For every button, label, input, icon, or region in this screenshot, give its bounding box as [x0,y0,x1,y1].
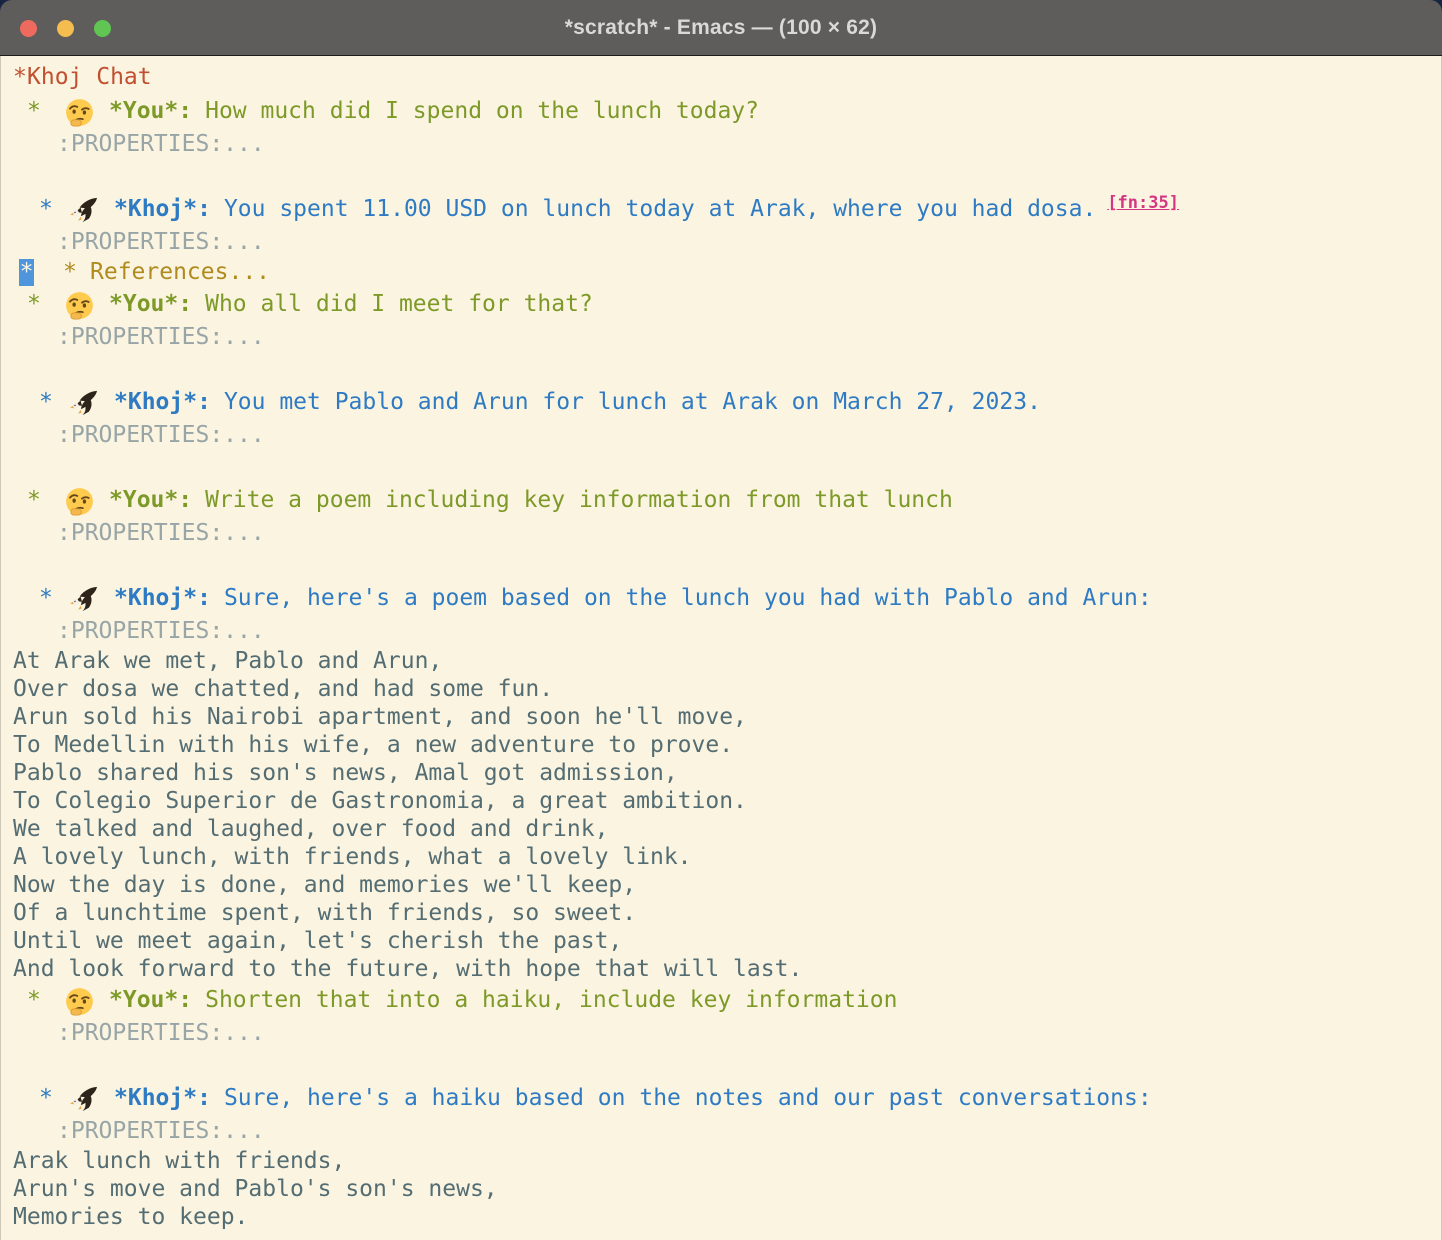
poem-line: Pablo shared his son's news, Amal got ad… [1,759,1441,787]
close-button[interactable] [20,20,37,37]
heading-khoj-poem[interactable]: * *Khoj*: Sure, here's a poem based on t… [1,581,1441,615]
poem-line: And look forward to the future, with hop… [1,955,1441,983]
speaker-label: *Khoj*: [114,192,211,226]
titlebar: *scratch* - Emacs — (100 × 62) [0,0,1442,56]
eagle-icon [69,585,98,614]
eagle-icon [69,1085,98,1114]
message-text: You met Pablo and Arun for lunch at Arak… [224,385,1041,419]
blank-line [1,549,1441,581]
properties-fold[interactable]: :PROPERTIES:... [1,615,1441,647]
poem-line: We talked and laughed, over food and dri… [1,815,1441,843]
haiku-line: Arun's move and Pablo's son's news, [1,1175,1441,1203]
properties-fold[interactable]: :PROPERTIES:... [1,128,1441,160]
speaker-label: *Khoj*: [114,385,211,419]
poem-line: To Medellin with his wife, a new adventu… [1,731,1441,759]
zoom-button[interactable] [94,20,111,37]
eagle-icon [69,196,98,225]
message-text: Sure, here's a poem based on the lunch y… [224,581,1152,615]
poem-line: Of a lunchtime spent, with friends, so s… [1,899,1441,927]
org-bullet: * [39,1081,53,1115]
blank-line [1,1049,1441,1081]
chat-title-heading[interactable]: *Khoj Chat [1,60,1441,94]
thinking-face-icon [65,487,94,516]
org-bullet: * [39,385,53,419]
message-text: Sure, here's a haiku based on the notes … [224,1081,1152,1115]
thinking-face-icon [65,98,94,127]
references-label: References... [90,258,270,287]
heading-you-write-poem[interactable]: * *You*: Write a poem including key info… [1,483,1441,517]
message-text: How much did I spend on the lunch today? [205,94,759,128]
footnote-link[interactable]: [fn:35] [1107,186,1179,220]
message-text: Write a poem including key information f… [205,483,953,517]
org-bullet: * [27,483,41,517]
poem-line: Until we meet again, let's cherish the p… [1,927,1441,955]
thinking-face-icon [65,291,94,320]
speaker-label: *You*: [109,983,192,1017]
org-bullet: * [27,983,41,1017]
text-cursor: * [19,259,34,286]
message-text: Who all did I meet for that? [205,287,593,321]
poem-line: A lovely lunch, with friends, what a lov… [1,843,1441,871]
message-text: Shorten that into a haiku, include key i… [205,983,897,1017]
poem-line: To Colegio Superior de Gastronomia, a gr… [1,787,1441,815]
eagle-icon [69,389,98,418]
emacs-window: *scratch* - Emacs — (100 × 62) *Khoj Cha… [0,0,1442,1240]
thinking-face-icon [65,987,94,1016]
references-heading[interactable]: * * References... [1,258,1441,287]
org-bullet: * [39,192,53,226]
poem-line: Now the day is done, and memories we'll … [1,871,1441,899]
properties-fold[interactable]: :PROPERTIES:... [1,1115,1441,1147]
org-bullet: * [13,60,27,94]
org-buffer[interactable]: *Khoj Chat * *You*: How much did I spend… [0,56,1442,1240]
poem-line: At Arak we met, Pablo and Arun, [1,647,1441,675]
heading-khoj-haiku[interactable]: * *Khoj*: Sure, here's a haiku based on … [1,1081,1441,1115]
org-bullet: * [63,258,77,287]
heading-khoj-lunch-cost[interactable]: * *Khoj*: You spent 11.00 USD on lunch t… [1,192,1441,226]
heading-you-lunch-cost[interactable]: * *You*: How much did I spend on the lun… [1,94,1441,128]
properties-fold[interactable]: :PROPERTIES:... [1,1017,1441,1049]
window-controls [20,0,111,56]
org-bullet: * [27,94,41,128]
poem-line: Over dosa we chatted, and had some fun. [1,675,1441,703]
speaker-label: *You*: [109,483,192,517]
properties-fold[interactable]: :PROPERTIES:... [1,517,1441,549]
haiku-line: Memories to keep. [1,1203,1441,1231]
heading-khoj-who-met[interactable]: * *Khoj*: You met Pablo and Arun for lun… [1,385,1441,419]
speaker-label: *Khoj*: [114,581,211,615]
properties-fold[interactable]: :PROPERTIES:... [1,321,1441,353]
org-bullet: * [27,287,41,321]
org-bullet: * [39,581,53,615]
message-text: You spent 11.00 USD on lunch today at Ar… [224,192,1096,226]
blank-line [1,160,1441,192]
speaker-label: *Khoj*: [114,1081,211,1115]
heading-you-who-met[interactable]: * *You*: Who all did I meet for that? [1,287,1441,321]
properties-fold[interactable]: :PROPERTIES:... [1,226,1441,258]
speaker-label: *You*: [109,287,192,321]
poem-line: Arun sold his Nairobi apartment, and soo… [1,703,1441,731]
haiku-line: Arak lunch with friends, [1,1147,1441,1175]
heading-you-haiku[interactable]: * *You*: Shorten that into a haiku, incl… [1,983,1441,1017]
window-title: *scratch* - Emacs — (100 × 62) [0,16,1442,40]
speaker-label: *You*: [109,94,192,128]
minimize-button[interactable] [57,20,74,37]
blank-line [1,451,1441,483]
blank-line [1,353,1441,385]
properties-fold[interactable]: :PROPERTIES:... [1,419,1441,451]
chat-title: Khoj Chat [27,64,152,90]
